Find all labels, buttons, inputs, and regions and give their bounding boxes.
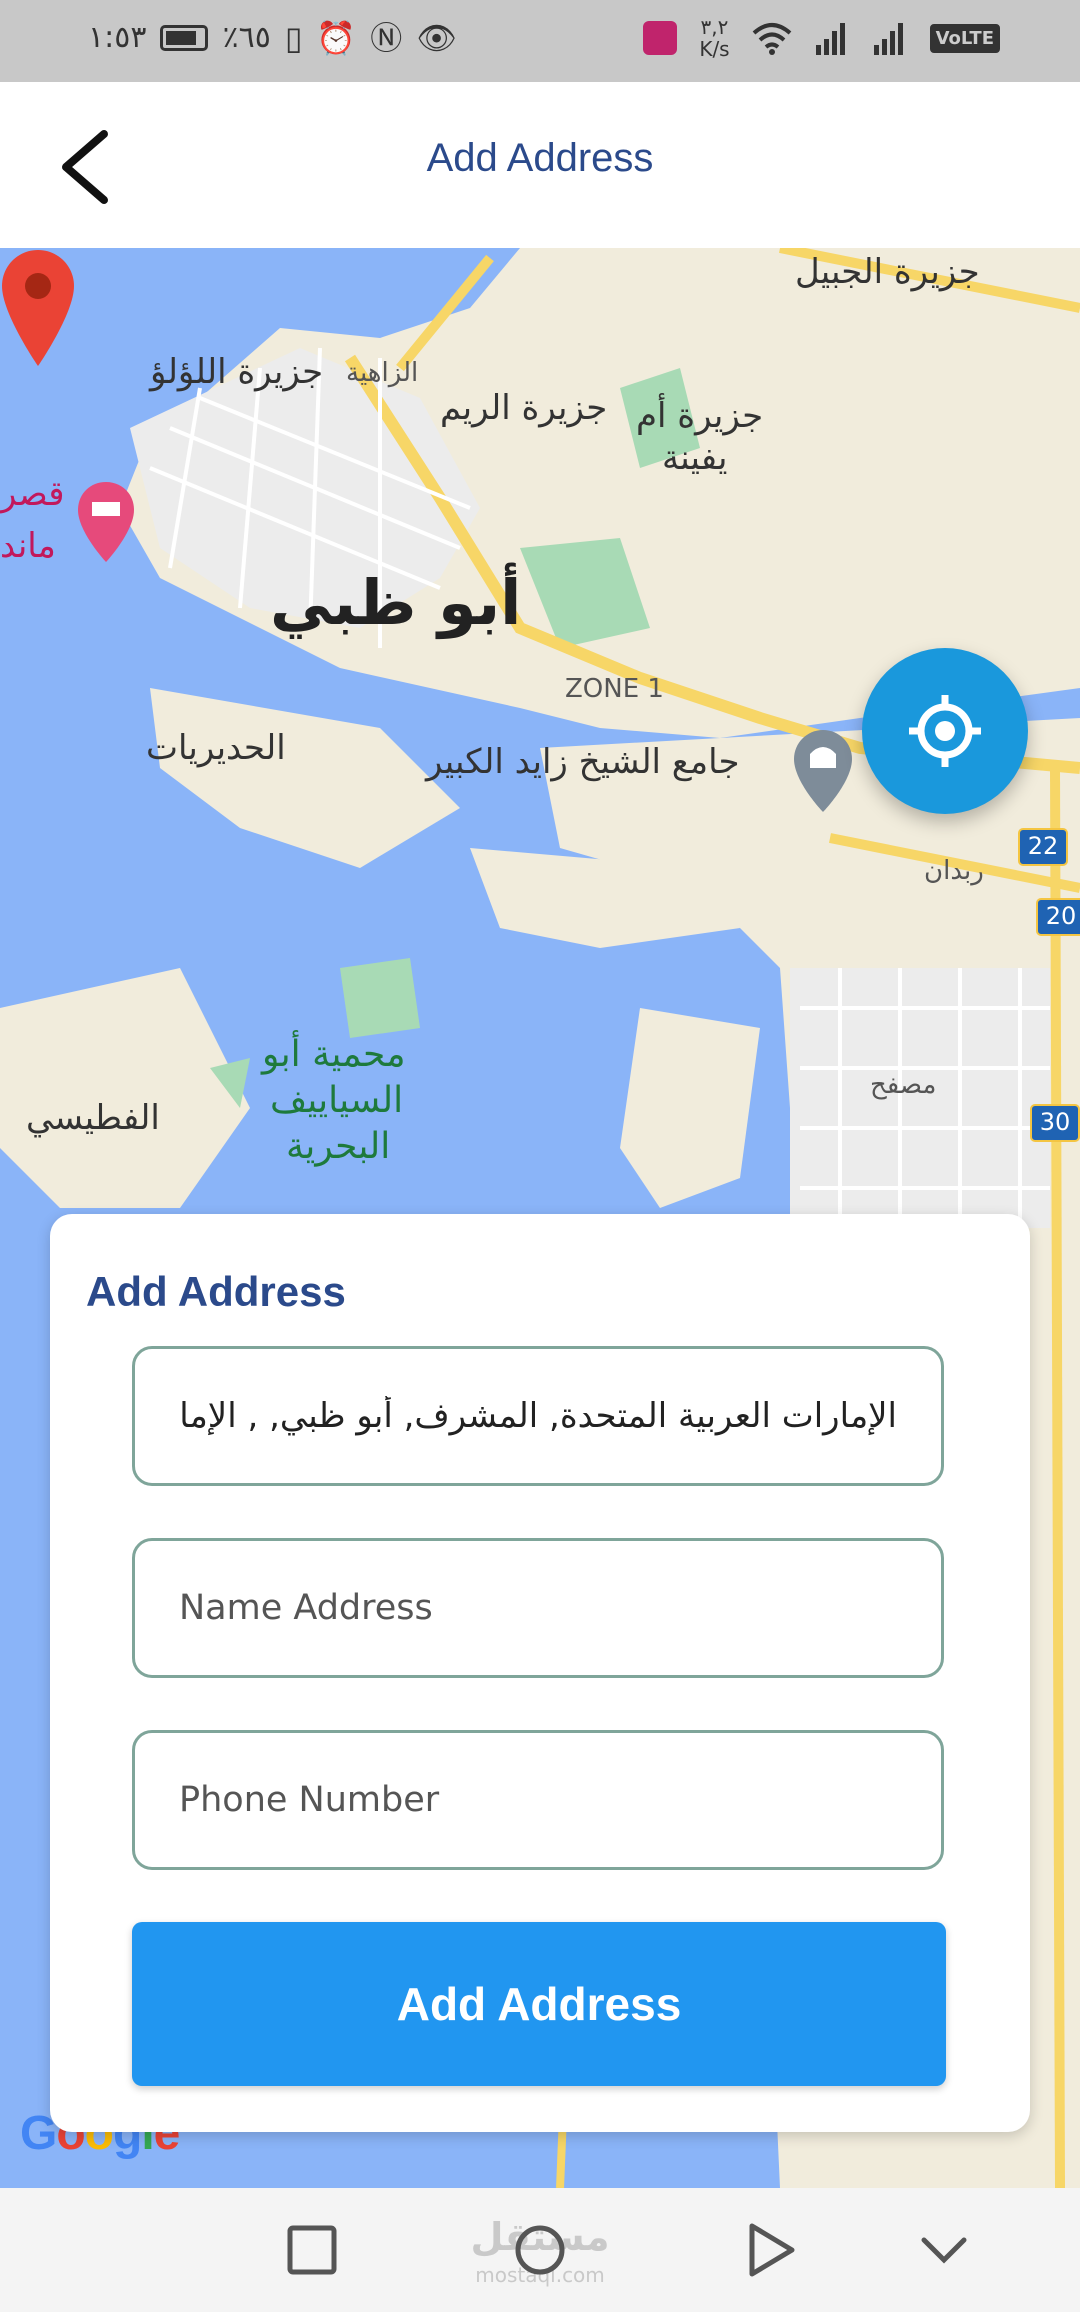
- crosshair-icon: [909, 695, 981, 767]
- map-label-qasr-1: قصر: [0, 474, 65, 514]
- road-badge-30: 30: [1030, 1104, 1080, 1142]
- map-label-lulu: جزيرة اللؤلؤ: [150, 352, 324, 392]
- signal-icon: [815, 23, 845, 55]
- land-hudayriyat: [150, 688, 460, 868]
- map-label-reserve-3: البحرية: [286, 1126, 391, 1167]
- map-label-reserve-2: السياييف: [270, 1080, 404, 1121]
- add-address-card: Add Address Add Address: [50, 1214, 1030, 2132]
- circle-icon[interactable]: [508, 2218, 572, 2282]
- hotel-pin-icon: [78, 482, 134, 562]
- wifi-icon: [752, 23, 791, 55]
- triangle-icon[interactable]: [738, 2218, 802, 2282]
- status-time: ١:٥٣: [88, 20, 147, 55]
- land-island: [620, 1008, 760, 1208]
- alarm-icon: ⏰: [316, 18, 357, 57]
- network-speed-unit: K/s: [699, 37, 730, 61]
- mosque-pin-icon: [794, 730, 852, 812]
- app-bar: Add Address: [0, 82, 1080, 249]
- map-label-jubail: جزيرة الجبيل: [795, 252, 980, 292]
- map-label-zone1: ZONE 1: [565, 674, 664, 704]
- volte-badge: VoLTE: [929, 23, 1000, 53]
- eye-icon: 👁: [416, 18, 457, 57]
- map-label-mussafah: مصفح: [870, 1070, 937, 1100]
- map-label-umm-yifenah-2: يفينة: [662, 438, 728, 478]
- battery-percent: ٪٦٥: [222, 20, 271, 55]
- add-address-button[interactable]: Add Address: [132, 1922, 946, 2086]
- road-badge-22: 22: [1018, 828, 1068, 866]
- app-notification-icon: [643, 21, 678, 55]
- park-1: [340, 958, 420, 1038]
- status-right: ٣,٢ K/s VoLTE: [643, 16, 1000, 60]
- map-label-abu-dhabi: أبو ظبي: [270, 566, 522, 639]
- status-bar: ١:٥٣ ٪٦٥ ▯ ⏰ Ⓝ 👁 ٣,٢ K/s VoLTE: [0, 0, 1080, 82]
- page-title: Add Address: [426, 136, 654, 180]
- map-label-reserve-1: محمية أبو: [262, 1034, 406, 1075]
- land-futaisi: [0, 968, 250, 1208]
- map-label-reem: جزيرة الريم: [440, 388, 608, 428]
- nfc-icon: Ⓝ: [370, 18, 403, 57]
- address-input[interactable]: [135, 1349, 941, 1483]
- system-nav-bar: مستقل mostaql.com: [0, 2188, 1080, 2312]
- map-label-futaisi: الفطيسي: [26, 1098, 160, 1138]
- phone-number-input[interactable]: [135, 1733, 941, 1867]
- status-left: ١:٥٣ ٪٦٥ ▯ ⏰ Ⓝ 👁: [88, 20, 457, 55]
- address-field[interactable]: [132, 1346, 944, 1486]
- map-label-qasr-2: ماند: [0, 526, 56, 566]
- phone-number-field[interactable]: [132, 1730, 944, 1870]
- map-label-zahiya: الزاهية: [346, 358, 419, 388]
- location-pin-icon: [2, 250, 74, 366]
- form-title: Add Address: [86, 1268, 346, 1315]
- vibrate-icon: ▯: [284, 18, 303, 57]
- chevron-down-icon[interactable]: [912, 2218, 976, 2282]
- name-address-input[interactable]: [135, 1541, 941, 1675]
- map-label-rabdan: ربدان: [924, 856, 984, 886]
- network-speed-value: ٣,٢: [700, 15, 729, 39]
- map-label-mosque: جامع الشيخ زايد الكبير: [426, 742, 740, 782]
- square-icon[interactable]: [280, 2218, 344, 2282]
- battery-icon: [160, 24, 209, 51]
- network-speed: ٣,٢ K/s: [699, 16, 729, 60]
- map-label-umm-yifenah-1: جزيرة أم: [636, 396, 764, 436]
- road-badge-20: 20: [1036, 898, 1080, 936]
- road-south: [1050, 767, 1065, 2188]
- name-address-field[interactable]: [132, 1538, 944, 1678]
- signal-icon-2: [873, 23, 903, 55]
- locate-me-button[interactable]: [862, 648, 1028, 814]
- map-label-hudayriyat: الحديريات: [146, 728, 286, 768]
